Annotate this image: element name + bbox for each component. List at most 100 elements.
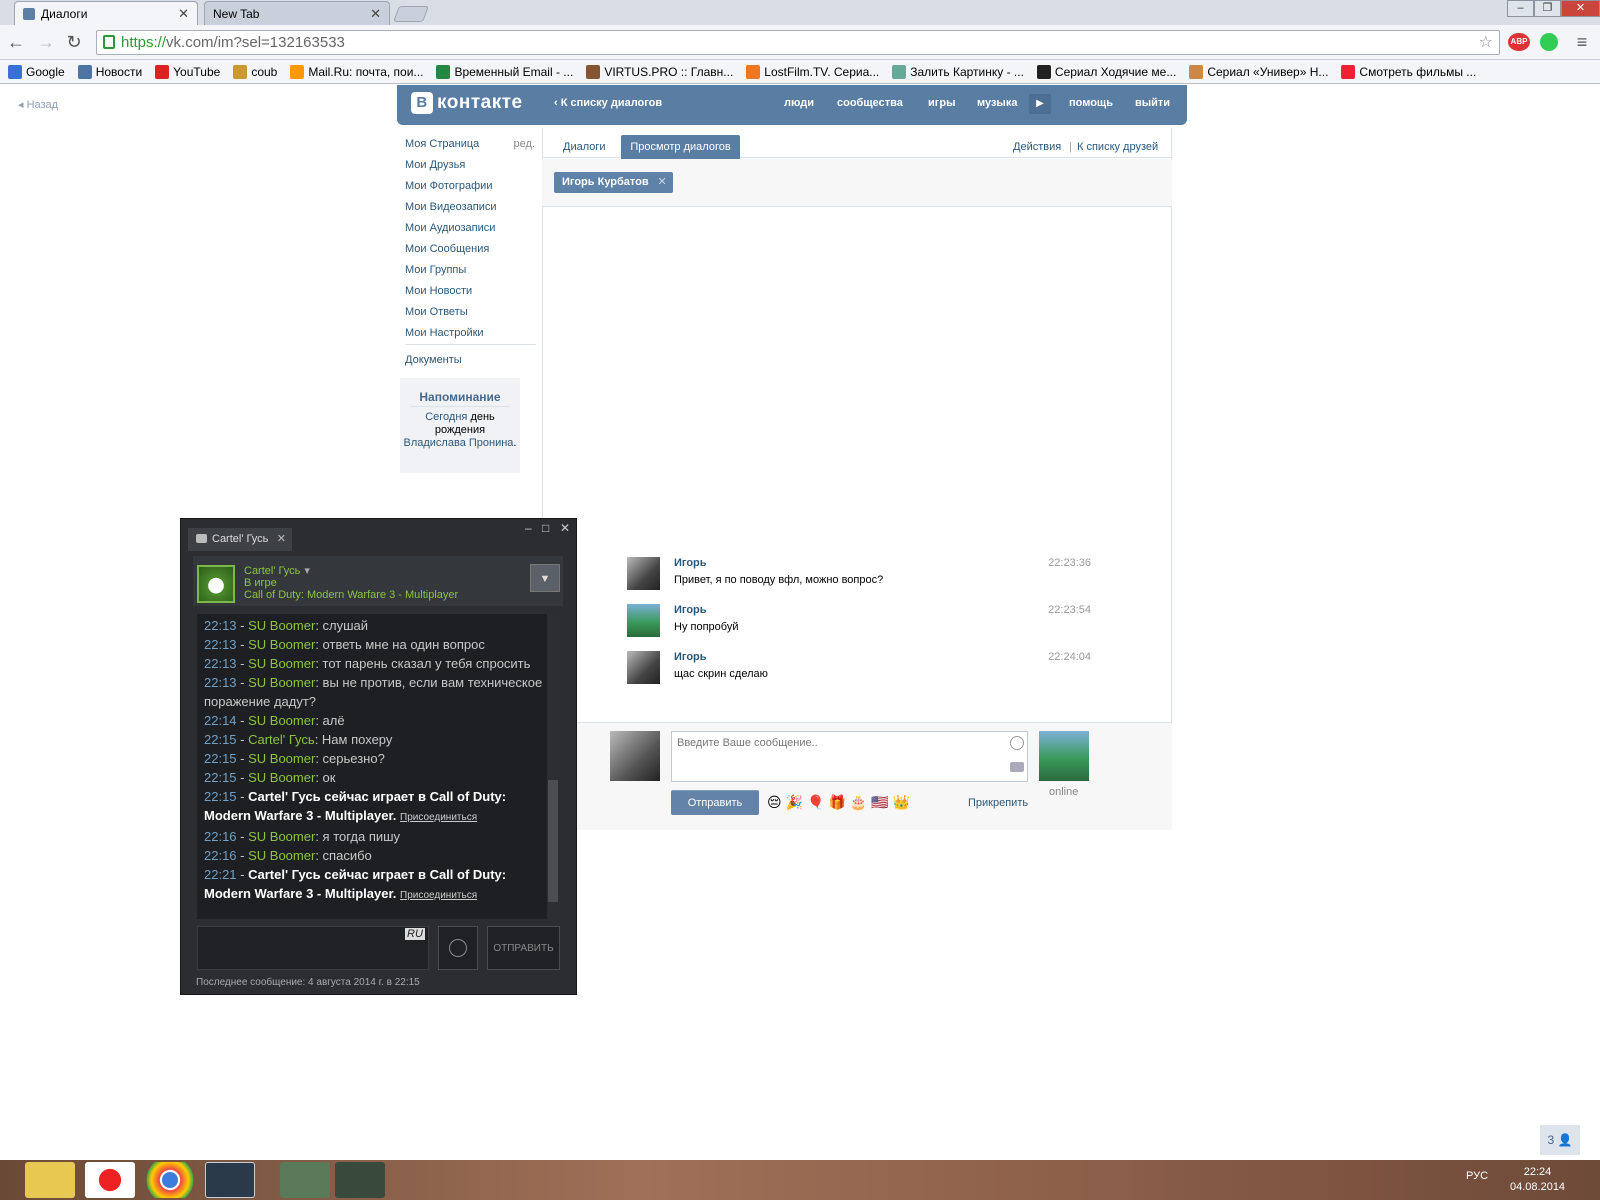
attach-link[interactable]: Прикрепить [968, 797, 1028, 809]
avatar[interactable] [627, 557, 660, 590]
back-link[interactable]: ◂ Назад [18, 98, 58, 111]
steam-message-input[interactable] [197, 926, 429, 970]
adblock-icon[interactable]: ABP [1508, 33, 1530, 51]
yandex-icon[interactable] [85, 1162, 135, 1198]
chat-user[interactable]: Cartel' Гусь [248, 732, 315, 747]
menu-item-friends[interactable]: Мои Друзья [405, 155, 535, 176]
back-to-dialogs-link[interactable]: ‹ К списку диалогов [554, 97, 662, 109]
bookmark-item[interactable]: Новости [77, 64, 142, 79]
send-button[interactable]: Отправить [671, 790, 759, 815]
forward-arrow-icon[interactable]: → [34, 31, 58, 53]
friend-avatar[interactable] [197, 565, 235, 603]
nav-music[interactable]: музыка [977, 97, 1017, 109]
bookmark-item[interactable]: Временный Email - ... [436, 64, 573, 79]
nav-games[interactable]: игры [928, 97, 955, 109]
steam-send-button[interactable]: ОТПРАВИТЬ [487, 926, 560, 970]
my-avatar[interactable] [610, 731, 660, 781]
edit-link[interactable]: ред. [514, 134, 535, 155]
bookmark-item[interactable]: Google [8, 64, 65, 79]
new-tab-button[interactable] [393, 6, 429, 22]
maximize-button[interactable]: ❐ [1534, 0, 1561, 17]
play-icon[interactable]: ▶ [1029, 94, 1051, 114]
close-icon[interactable]: ✕ [370, 6, 381, 22]
address-bar[interactable]: https://vk.com/im?sel=132163533 ☆ [96, 30, 1500, 55]
chevron-down-icon[interactable]: ▾ [304, 565, 310, 577]
camera-icon[interactable] [1010, 762, 1024, 772]
chat-user[interactable]: SU Boomer [248, 829, 315, 844]
message-input[interactable]: Введите Ваше сообщение.. [671, 731, 1028, 782]
reminder-person-link[interactable]: Владислава Пронина [404, 437, 514, 449]
message-author[interactable]: Игорь [674, 557, 707, 569]
chat-user[interactable]: SU Boomer [248, 713, 315, 728]
bookmark-item[interactable]: LostFilm.TV. Сериа... [746, 64, 879, 79]
close-window-button[interactable]: ✕ [1561, 0, 1600, 17]
vk-logo[interactable]: Вконтакте [411, 92, 523, 114]
tab-new[interactable]: New Tab ✕ [204, 1, 390, 25]
online-friends-counter[interactable]: 3 👤 [1540, 1125, 1580, 1155]
menu-item-photos[interactable]: Мои Фотографии [405, 176, 535, 197]
explorer-icon[interactable] [25, 1162, 75, 1198]
partner-avatar[interactable] [1039, 731, 1089, 781]
maximize-icon[interactable]: □ [542, 521, 549, 535]
message-author[interactable]: Игорь [674, 604, 707, 616]
menu-item-groups[interactable]: Мои Группы [405, 260, 535, 281]
menu-item-settings[interactable]: Мои Настройки [405, 323, 535, 344]
app-icon[interactable] [280, 1162, 330, 1198]
bookmark-item[interactable]: Смотреть фильмы ... [1341, 64, 1476, 79]
bookmark-item[interactable]: Сериал Ходячие ме... [1036, 64, 1176, 79]
nav-communities[interactable]: сообщества [837, 97, 903, 109]
message-author[interactable]: Игорь [674, 651, 707, 663]
chevron-down-icon[interactable]: ▼ [530, 564, 560, 592]
avatar[interactable] [627, 651, 660, 684]
chat-user[interactable]: SU Boomer [248, 637, 315, 652]
friend-name[interactable]: Cartel' Гусь ▾ [244, 564, 310, 577]
bookmark-item[interactable]: Mail.Ru: почта, пои... [290, 64, 423, 79]
scrollbar-thumb[interactable] [548, 780, 558, 902]
close-icon[interactable]: ✕ [178, 6, 189, 22]
menu-item-news[interactable]: Мои Новости [405, 281, 535, 302]
menu-item-my-page[interactable]: Моя Страница ред. [405, 134, 535, 155]
bookmark-item[interactable]: coub [233, 64, 277, 79]
nav-logout[interactable]: выйти [1135, 97, 1170, 109]
chat-user[interactable]: SU Boomer [248, 675, 315, 690]
smile-icon[interactable] [1010, 736, 1024, 750]
bookmark-item[interactable]: Залить Картинку - ... [892, 64, 1024, 79]
bookmark-item[interactable]: YouTube [155, 64, 220, 79]
close-icon[interactable]: ✕ [657, 172, 666, 193]
chat-user[interactable]: SU Boomer [248, 618, 315, 633]
actions-link[interactable]: Действия [1013, 141, 1061, 153]
chrome-icon[interactable] [145, 1162, 195, 1198]
recipient-chip[interactable]: Игорь Курбатов ✕ [554, 172, 673, 193]
menu-icon[interactable]: ≡ [1570, 31, 1594, 53]
nav-people[interactable]: люди [784, 97, 814, 109]
minimize-button[interactable]: – [1507, 0, 1534, 17]
back-arrow-icon[interactable]: ← [4, 31, 28, 53]
steam-chat-tab[interactable]: Cartel' Гусь ✕ [188, 528, 292, 551]
menu-item-answers[interactable]: Мои Ответы [405, 302, 535, 323]
close-icon[interactable]: ✕ [560, 521, 570, 535]
close-icon[interactable]: ✕ [277, 528, 286, 551]
tab-dialogs[interactable]: Диалоги ✕ [14, 1, 198, 25]
chat-user[interactable]: SU Boomer [248, 770, 315, 785]
tray-language[interactable]: РУС [1466, 1170, 1488, 1182]
steam-icon[interactable] [205, 1162, 255, 1198]
bookmark-item[interactable]: VIRTUS.PRO :: Главн... [586, 64, 733, 79]
avatar[interactable] [627, 604, 660, 637]
tab-dialogs-list[interactable]: Диалоги [563, 141, 606, 153]
join-game-link[interactable]: Присоединиться [400, 812, 477, 823]
chat-user[interactable]: SU Boomer [248, 656, 315, 671]
join-game-link[interactable]: Присоединиться [400, 890, 477, 901]
reload-icon[interactable]: ↻ [62, 31, 86, 53]
tab-view-dialogs[interactable]: Просмотр диалогов [621, 135, 740, 159]
friends-list-link[interactable]: К списку друзей [1077, 141, 1158, 153]
emoticon-button[interactable] [438, 926, 478, 970]
chat-user[interactable]: SU Boomer [248, 751, 315, 766]
nav-help[interactable]: помощь [1069, 97, 1113, 109]
emoji-bar[interactable]: 😔🎉🎈🎁🎂🇺🇸👑 [767, 794, 914, 811]
menu-item-audio[interactable]: Мои Аудиозаписи [405, 218, 535, 239]
menu-item-videos[interactable]: Мои Видеозаписи [405, 197, 535, 218]
star-icon[interactable]: ☆ [1479, 31, 1493, 54]
minimize-icon[interactable]: – [525, 521, 532, 535]
menu-item-messages[interactable]: Мои Сообщения [405, 239, 535, 260]
chat-user[interactable]: SU Boomer [248, 848, 315, 863]
